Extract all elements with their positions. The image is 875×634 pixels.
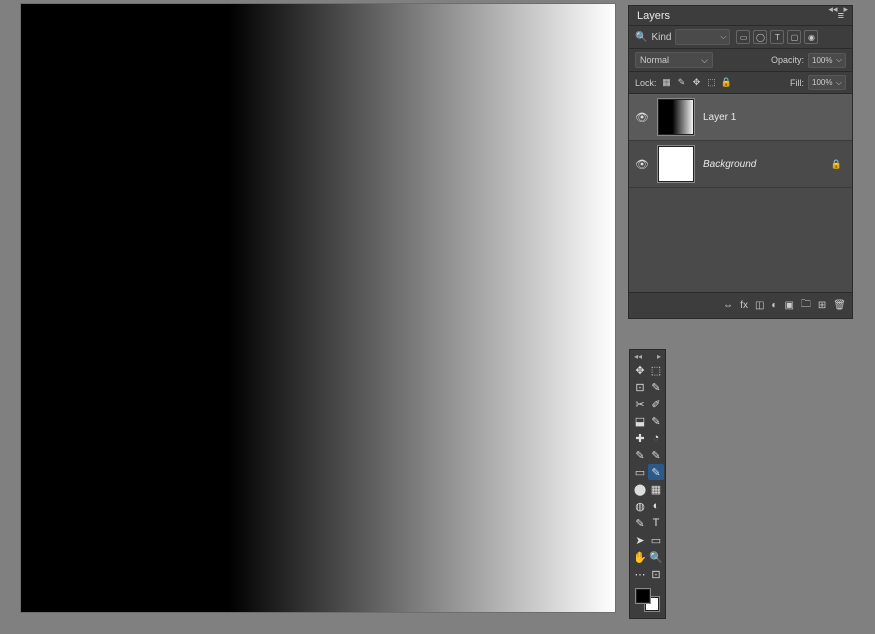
tool-button[interactable]: ✎: [648, 379, 664, 395]
blend-mode-dropdown[interactable]: Normal ⌵: [635, 52, 713, 68]
blend-mode-value: Normal: [640, 55, 669, 65]
panel-footer-button[interactable]: fx: [740, 300, 748, 311]
layer-row[interactable]: 👁 Background 🔒: [629, 141, 852, 188]
lock-option-icon[interactable]: ✎: [676, 77, 688, 89]
tools-panel: ◂◂ ▸ ✥⬚⊡✎✂✐⬓✎✚◔✎✎▭✎⬤▦◍◐✎T➤▭✋🔍⋯⊡: [629, 349, 666, 619]
tool-button[interactable]: ▭: [632, 464, 648, 480]
panel-footer-button[interactable]: ▣: [784, 300, 793, 311]
tool-button[interactable]: ⋯: [632, 566, 648, 582]
lock-icon: 🔒: [831, 159, 846, 170]
filter-type-icon[interactable]: ◉: [804, 30, 818, 44]
document-canvas[interactable]: [21, 4, 615, 612]
filter-type-icon[interactable]: ▢: [787, 30, 801, 44]
fill-label: Fill:: [790, 78, 804, 88]
tool-button[interactable]: ✚: [632, 430, 648, 446]
kind-label: Kind: [651, 32, 671, 43]
tool-button[interactable]: ⬓: [632, 413, 648, 429]
tool-button[interactable]: ◔: [648, 430, 664, 446]
kind-dropdown[interactable]: ⌵: [675, 29, 730, 45]
tool-button[interactable]: ✎: [632, 447, 648, 463]
foreground-swatch[interactable]: [635, 588, 651, 604]
panel-footer-button[interactable]: ⇔: [723, 300, 733, 311]
chevron-down-icon: ⌵: [836, 78, 842, 88]
layers-tab-title: Layers: [637, 10, 670, 22]
layer-thumbnail[interactable]: [657, 145, 695, 183]
layers-panel: ◂◂ ▸ Layers ≡ 🔍 Kind ⌵ ▭◯T▢◉ Normal ⌵ Op…: [628, 5, 853, 319]
tool-button[interactable]: ✎: [648, 447, 664, 463]
tool-button[interactable]: ◐: [648, 498, 664, 514]
panel-footer-button[interactable]: 🗑: [833, 300, 846, 311]
tool-button[interactable]: ✋: [632, 549, 648, 565]
chevron-down-icon: ⌵: [836, 55, 842, 65]
filter-type-icon[interactable]: ◯: [753, 30, 767, 44]
visibility-toggle-icon[interactable]: 👁: [635, 111, 649, 124]
lock-option-icon[interactable]: ▦: [661, 77, 673, 89]
tool-button[interactable]: ⬚: [648, 362, 664, 378]
chevron-down-icon: ⌵: [701, 55, 708, 66]
tool-button[interactable]: ✐: [648, 396, 664, 412]
lock-option-icon[interactable]: ⬚: [706, 77, 718, 89]
layer-filter-row: 🔍 Kind ⌵ ▭◯T▢◉: [629, 26, 852, 49]
tool-button[interactable]: ◍: [632, 498, 648, 514]
opacity-value: 100%: [812, 56, 832, 65]
tool-button[interactable]: ▭: [648, 532, 664, 548]
visibility-toggle-icon[interactable]: 👁: [635, 158, 649, 171]
panel-footer-button[interactable]: ◐: [771, 300, 777, 311]
layer-list: 👁 Layer 1 👁 Background 🔒: [629, 94, 852, 292]
layer-row[interactable]: 👁 Layer 1: [629, 94, 852, 141]
chevron-down-icon: ⌵: [720, 32, 726, 42]
layers-panel-footer: ⇔ fx ◫ ◐ ▣ 🗀 ⊞ 🗑: [629, 292, 852, 318]
blend-row: Normal ⌵ Opacity: 100% ⌵: [629, 49, 852, 72]
lock-option-icon[interactable]: 🔒: [721, 77, 733, 89]
lock-option-icon[interactable]: ✥: [691, 77, 703, 89]
opacity-label: Opacity:: [771, 55, 804, 65]
tool-button[interactable]: 🔍: [648, 549, 664, 565]
layer-thumbnail[interactable]: [657, 98, 695, 136]
color-swatches[interactable]: [632, 586, 663, 616]
filter-type-icon[interactable]: ▭: [736, 30, 750, 44]
panel-collapse-icon[interactable]: ◂◂: [828, 4, 837, 15]
panel-window-controls[interactable]: ◂◂ ▸: [828, 4, 848, 15]
filter-type-icon[interactable]: T: [770, 30, 784, 44]
tool-collapse-icon[interactable]: ◂◂: [634, 352, 642, 360]
panel-footer-button[interactable]: ⊞: [818, 300, 826, 311]
tool-button[interactable]: ▦: [648, 481, 664, 497]
tool-close-icon[interactable]: ▸: [657, 352, 661, 360]
layers-tab[interactable]: Layers ≡: [629, 6, 852, 26]
tool-button[interactable]: ⊡: [632, 379, 648, 395]
tool-button[interactable]: ⬤: [632, 481, 648, 497]
tool-button[interactable]: ✎: [648, 413, 664, 429]
layer-name[interactable]: Layer 1: [703, 112, 846, 123]
panel-close-icon[interactable]: ▸: [843, 4, 848, 15]
lock-label: Lock:: [635, 78, 657, 88]
tool-button[interactable]: ✎: [632, 515, 648, 531]
fill-input[interactable]: 100% ⌵: [808, 75, 846, 90]
fill-value: 100%: [812, 78, 832, 87]
layer-name[interactable]: Background: [703, 159, 823, 170]
tool-button[interactable]: ⊡: [648, 566, 664, 582]
panel-footer-button[interactable]: ◫: [755, 300, 764, 311]
panel-footer-button[interactable]: 🗀: [801, 297, 811, 314]
tool-button[interactable]: T: [648, 515, 664, 531]
tool-button[interactable]: ✂: [632, 396, 648, 412]
search-icon: 🔍: [635, 32, 647, 43]
tool-button[interactable]: ✥: [632, 362, 648, 378]
opacity-input[interactable]: 100% ⌵: [808, 53, 846, 68]
tool-button[interactable]: ✎: [648, 464, 664, 480]
tool-button[interactable]: ➤: [632, 532, 648, 548]
lock-row: Lock: ▦✎✥⬚🔒 Fill: 100% ⌵: [629, 72, 852, 94]
